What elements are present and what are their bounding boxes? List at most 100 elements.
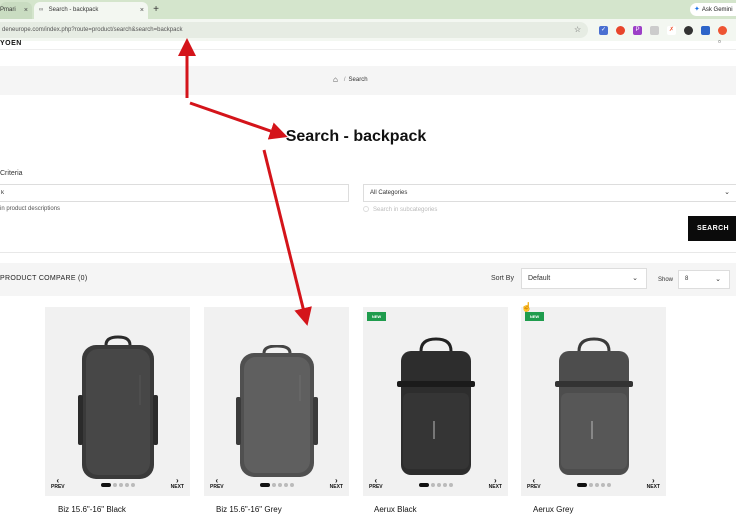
prev-label: PREV bbox=[369, 484, 383, 490]
chevron-down-icon: ⌄ bbox=[632, 275, 638, 282]
extension-icon[interactable] bbox=[616, 26, 625, 35]
carousel-prev-button[interactable]: ‹ PREV bbox=[51, 477, 65, 490]
carousel-next-button[interactable]: › NEXT bbox=[171, 477, 184, 490]
browser-tab-bar: Pmari × ∞ Search - backpack × + ✦ Ask Gem… bbox=[0, 0, 736, 19]
carousel-prev-button[interactable]: ‹ PREV bbox=[527, 477, 541, 490]
carousel-prev-button[interactable]: ‹ PREV bbox=[210, 477, 224, 490]
carousel-dot[interactable] bbox=[430, 483, 435, 487]
carousel-dot[interactable] bbox=[277, 483, 282, 487]
carousel-dot[interactable] bbox=[118, 483, 123, 487]
carousel-dot[interactable] bbox=[606, 483, 611, 487]
product-name[interactable]: Biz 15.6"-16" Black bbox=[58, 505, 126, 514]
extension-icon[interactable] bbox=[701, 26, 710, 35]
carousel-dot[interactable] bbox=[448, 483, 453, 487]
product-card[interactable]: NEW ‹ PREV › NEXT bbox=[363, 307, 508, 496]
carousel-dot[interactable] bbox=[442, 483, 447, 487]
address-bar[interactable]: deneurope.com/index.php?route=product/se… bbox=[0, 22, 588, 38]
carousel-next-button[interactable]: › NEXT bbox=[489, 477, 502, 490]
carousel-dot[interactable] bbox=[588, 483, 593, 487]
header-divider bbox=[0, 49, 736, 50]
carousel-dots bbox=[259, 483, 294, 487]
carousel-next-button[interactable]: › NEXT bbox=[647, 477, 660, 490]
backpack-image[interactable] bbox=[393, 337, 479, 479]
browser-tab[interactable]: Pmari × bbox=[0, 2, 32, 19]
show-limit-value: 8 bbox=[685, 276, 689, 282]
next-label: NEXT bbox=[170, 484, 184, 490]
checkbox-box[interactable] bbox=[363, 206, 369, 212]
sort-by-value: Default bbox=[528, 275, 551, 282]
carousel-dot[interactable] bbox=[259, 483, 270, 487]
section-divider bbox=[0, 252, 736, 253]
tab-label: Pmari bbox=[0, 7, 16, 13]
search-description-checkbox[interactable]: in product descriptions bbox=[0, 206, 60, 212]
backpack-image[interactable] bbox=[76, 335, 160, 483]
carousel-dot[interactable] bbox=[594, 483, 599, 487]
backpack-image[interactable] bbox=[234, 345, 320, 481]
extension-icon[interactable] bbox=[650, 26, 659, 35]
product-compare-link[interactable]: PRODUCT COMPARE (0) bbox=[0, 275, 88, 282]
show-label: Show bbox=[658, 277, 674, 283]
carousel-dot[interactable] bbox=[112, 483, 117, 487]
tab-label: Search - backpack bbox=[48, 7, 99, 13]
backpack-image[interactable] bbox=[551, 337, 637, 479]
prev-label: PREV bbox=[51, 484, 65, 490]
search-description-label: in product descriptions bbox=[0, 206, 61, 212]
prev-label: PREV bbox=[527, 484, 541, 490]
product-card[interactable]: NEW ‹ PREV › NEXT bbox=[521, 307, 666, 496]
next-label: NEXT bbox=[646, 484, 660, 490]
product-name[interactable]: Aerux Grey bbox=[533, 505, 573, 514]
carousel-next-button[interactable]: › NEXT bbox=[330, 477, 343, 490]
sort-by-select[interactable]: Default ⌄ bbox=[521, 268, 647, 289]
bookmark-star-icon[interactable]: ☆ bbox=[574, 22, 581, 38]
browser-tab-active[interactable]: ∞ Search - backpack × bbox=[34, 2, 148, 19]
carousel-prev-button[interactable]: ‹ PREV bbox=[369, 477, 383, 490]
carousel-dot[interactable] bbox=[576, 483, 587, 487]
carousel-dot[interactable] bbox=[100, 483, 111, 487]
new-badge: NEW bbox=[367, 312, 386, 321]
carousel-dot[interactable] bbox=[289, 483, 294, 487]
product-card[interactable]: ‹ PREV › NEXT bbox=[204, 307, 349, 496]
carousel-dot[interactable] bbox=[283, 483, 288, 487]
next-label: NEXT bbox=[329, 484, 343, 490]
user-icon[interactable]: ▫ bbox=[718, 37, 721, 46]
home-icon[interactable]: ⌂ bbox=[333, 75, 338, 84]
ask-gemini-label: Ask Gemini bbox=[701, 7, 733, 13]
extension-icon[interactable]: ✓ bbox=[599, 26, 608, 35]
tab-close-icon[interactable]: × bbox=[140, 2, 144, 19]
carousel-dot[interactable] bbox=[271, 483, 276, 487]
gemini-sparkle-icon: ✦ bbox=[694, 6, 700, 13]
page-title: Search - backpack bbox=[285, 128, 427, 145]
carousel-dot[interactable] bbox=[130, 483, 135, 487]
new-tab-button[interactable]: + bbox=[150, 2, 162, 17]
search-button[interactable]: SEARCH bbox=[688, 216, 736, 241]
product-name[interactable]: Aerux Black bbox=[374, 505, 417, 514]
next-label: NEXT bbox=[488, 484, 502, 490]
carousel-dot[interactable] bbox=[124, 483, 129, 487]
extension-icon[interactable] bbox=[718, 26, 727, 35]
browser-toolbar: deneurope.com/index.php?route=product/se… bbox=[0, 19, 736, 41]
site-logo[interactable]: YOEN bbox=[0, 40, 22, 47]
ask-gemini-button[interactable]: ✦ Ask Gemini bbox=[690, 3, 736, 16]
breadcrumb-current[interactable]: Search bbox=[349, 77, 368, 83]
category-select-value: All Categories bbox=[370, 190, 408, 196]
carousel-dot[interactable] bbox=[436, 483, 441, 487]
breadcrumb: ⌂ / Search bbox=[333, 75, 368, 84]
subcategory-checkbox[interactable]: Search in subcategories bbox=[363, 206, 437, 213]
product-card[interactable]: ‹ PREV › NEXT bbox=[45, 307, 190, 496]
tab-close-icon[interactable]: × bbox=[24, 2, 28, 19]
extension-icon[interactable] bbox=[684, 26, 693, 35]
new-badge: NEW bbox=[525, 312, 544, 321]
breadcrumb-separator: / bbox=[343, 77, 346, 83]
subcategory-label: Search in subcategories bbox=[373, 207, 438, 213]
product-name[interactable]: Biz 15.6"-16" Grey bbox=[216, 505, 282, 514]
chevron-down-icon: ⌄ bbox=[724, 189, 730, 196]
carousel-dot[interactable] bbox=[600, 483, 605, 487]
search-keyword-input[interactable] bbox=[0, 184, 349, 202]
extension-icon[interactable]: P bbox=[633, 26, 642, 35]
extension-icon[interactable]: ✗ bbox=[667, 26, 676, 35]
carousel-dots bbox=[100, 483, 135, 487]
carousel-dot[interactable] bbox=[418, 483, 429, 487]
mouse-cursor-icon: ☝ bbox=[521, 302, 533, 312]
category-select[interactable]: All Categories ⌄ bbox=[363, 184, 736, 202]
show-limit-select[interactable]: 8 ⌄ bbox=[678, 270, 730, 289]
